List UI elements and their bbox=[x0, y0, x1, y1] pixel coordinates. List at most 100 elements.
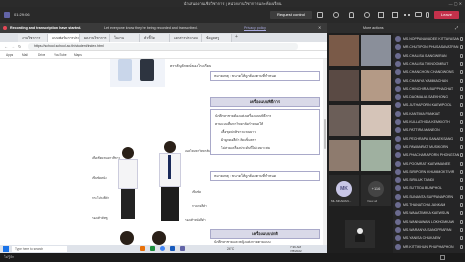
expand-icon[interactable]: ⤢ bbox=[455, 25, 458, 31]
participant-row[interactable]: MS.JUTHAPORN KAEWPOOL bbox=[395, 101, 465, 109]
avatar bbox=[395, 202, 401, 208]
participant-video-tile[interactable] bbox=[329, 105, 359, 136]
taskbar-search[interactable]: Type here to search bbox=[12, 246, 67, 252]
participant-row[interactable]: MS.SIRIPORN KHUMMOKTIVIR bbox=[395, 168, 465, 176]
chrome-icon[interactable] bbox=[160, 246, 165, 251]
participant-video-tile[interactable] bbox=[329, 35, 359, 66]
forward-icon[interactable]: → bbox=[11, 43, 15, 50]
browser-tab-active[interactable]: แบบฟอร์มการประเมิน bbox=[48, 34, 80, 42]
participant-row[interactable]: MS.POOMRAT KAEWMANEE bbox=[395, 160, 465, 168]
bookmark-item[interactable]: YouTube bbox=[54, 51, 67, 59]
participant-name: MS.JUTHAPORN KAEWPOOL bbox=[403, 103, 452, 108]
participant-row[interactable]: MS.CHINCHIRA BUPPHACHAT bbox=[395, 85, 465, 93]
participant-name: MS.SIRIPORN KHUMMOKTIVIR bbox=[403, 169, 455, 174]
back-icon[interactable]: ← bbox=[4, 43, 8, 50]
participant-video-tile[interactable] bbox=[361, 140, 391, 171]
rooms-icon[interactable] bbox=[392, 12, 398, 18]
participant-row[interactable]: MR.CHUTIPON PHUSASAVATPAN bbox=[395, 43, 465, 51]
more-participants-tile[interactable]: +116 View all bbox=[361, 175, 391, 206]
participant-row[interactable]: MS.CHALISA SANGWIRAN bbox=[395, 52, 465, 60]
app-icon[interactable] bbox=[170, 246, 175, 251]
participant-video-tile[interactable] bbox=[361, 35, 391, 66]
participant-video-tile[interactable] bbox=[329, 140, 359, 171]
window-title: นำเสนองานเชิงวิชาการ | หน่วยงานวิชาการแล… bbox=[183, 1, 282, 6]
participant-row[interactable]: MS.SUNANTA SUPPANAPORN bbox=[395, 193, 465, 201]
participant-row[interactable]: MS.PAWANRAT MUSIKORN bbox=[395, 143, 465, 151]
participant-row[interactable]: MS.WANNAWAN LOKHOMKAW bbox=[395, 218, 465, 226]
participant-row[interactable]: MS.NOPPANAVADEE KITTAYASAM bbox=[395, 35, 465, 43]
app-icon[interactable] bbox=[140, 246, 145, 251]
leave-button[interactable]: Leave bbox=[434, 11, 459, 19]
mic-icon[interactable] bbox=[426, 12, 429, 18]
participant-row[interactable]: MS.PHACHARAPORN PHONGTANA bbox=[395, 151, 465, 159]
new-tab-icon[interactable]: + bbox=[235, 34, 238, 41]
avatar bbox=[395, 193, 401, 200]
callout-left: กระโปรงสีดำ bbox=[92, 196, 110, 200]
people-icon[interactable] bbox=[333, 12, 339, 18]
browser-tab[interactable]: ผลงานวิชาการ bbox=[80, 34, 110, 42]
raise-hand-icon[interactable] bbox=[349, 12, 354, 18]
close-icon[interactable]: ✕ bbox=[318, 25, 321, 31]
mic-muted-icon bbox=[460, 144, 463, 149]
bookmark-item[interactable]: Apps bbox=[6, 51, 13, 59]
browser-tab[interactable]: ตัวชี้วัด bbox=[140, 34, 170, 42]
start-icon[interactable] bbox=[3, 246, 9, 252]
browser-tab[interactable]: ข้อมูลครู bbox=[202, 34, 232, 42]
app-icon[interactable] bbox=[150, 246, 155, 251]
participant-name: MS.CHANIYA YAMMACHAN bbox=[403, 78, 448, 83]
participant-name: MR.KITTIKHUN PHUPHAPHON bbox=[403, 244, 454, 249]
bookmark-item[interactable]: Mail bbox=[22, 51, 28, 59]
bookmark-item[interactable]: Maps bbox=[74, 51, 82, 59]
callout-left: เสื้อเชิ้ตแขนยาวสีขาว bbox=[92, 156, 121, 160]
participant-avatar-tile[interactable]: MK ML.MKARAN... bbox=[329, 175, 359, 206]
participant-row[interactable]: MS.CHALISA TIKNOOMBUT bbox=[395, 60, 465, 68]
participant-row[interactable]: MS.CHANCHON CHANDWONS bbox=[395, 68, 465, 76]
browser-tab[interactable]: งานวิชาการ bbox=[18, 34, 48, 42]
participant-video-tile[interactable] bbox=[361, 70, 391, 101]
view-icon[interactable] bbox=[378, 12, 384, 18]
self-video-tile[interactable] bbox=[345, 220, 375, 248]
meeting-timer: 01:29:06 bbox=[14, 12, 30, 17]
url-input[interactable]: https://school.school.ac.th/student/inde… bbox=[28, 43, 298, 50]
avatar bbox=[395, 235, 401, 242]
participant-row[interactable]: MS.WAAATIMIKA KAEWSUN bbox=[395, 209, 465, 217]
participant-row[interactable]: MS.THANATCHA JANKAM bbox=[395, 201, 465, 209]
teams-icon[interactable] bbox=[180, 246, 185, 251]
react-icon[interactable] bbox=[364, 12, 370, 18]
participant-row[interactable]: MS.PATTIRA MANEON bbox=[395, 126, 465, 134]
recording-banner: Recording and transcription have started… bbox=[0, 23, 327, 33]
participant-name: MS.WANNAWAN LOKHOMKAW bbox=[403, 219, 455, 224]
bookmark-item[interactable]: Drive bbox=[38, 51, 45, 59]
browser-tab[interactable]: ใบงาน bbox=[110, 34, 140, 42]
participant-row[interactable]: MS.DAOMALIA SAEKHONG bbox=[395, 93, 465, 101]
privacy-policy-link[interactable]: Privacy policy bbox=[244, 23, 266, 33]
participant-name: MS.YANISA CHUKAEW bbox=[403, 236, 441, 241]
avatar bbox=[395, 102, 401, 109]
more-icon[interactable] bbox=[404, 14, 410, 16]
mic-muted-icon bbox=[460, 227, 463, 232]
browser-tab[interactable]: เอกสารประกอบ bbox=[170, 34, 202, 42]
participant-row[interactable]: MS.YANISA CHUKAEW bbox=[395, 234, 465, 242]
mic-muted-icon bbox=[460, 203, 463, 207]
window-title-bar: นำเสนองานเชิงวิชาการ | หน่วยงานวิชาการแล… bbox=[0, 0, 465, 7]
participant-row[interactable]: MS.SIRILUK TANDI bbox=[395, 176, 465, 184]
mic-muted-icon bbox=[460, 95, 463, 100]
camera-icon[interactable] bbox=[415, 12, 422, 17]
participant-row[interactable]: MS.SUTTIDA BUNPHOL bbox=[395, 184, 465, 192]
avatar bbox=[395, 94, 401, 101]
reload-icon[interactable]: ↻ bbox=[18, 43, 21, 50]
participant-row[interactable]: MR.KITTIKHUN PHUPHAPHON bbox=[395, 243, 465, 251]
participant-row[interactable]: MS.PECHRAPA SANAEKSANG bbox=[395, 135, 465, 143]
participant-row[interactable]: MS.WARANYA SANGPRAPAN bbox=[395, 226, 465, 234]
window-controls[interactable]: — ▢ ✕ bbox=[449, 2, 462, 6]
participant-row[interactable]: MS.KULLATHIDA KEMKIOTH bbox=[395, 118, 465, 126]
mic-muted-icon bbox=[460, 61, 463, 66]
request-control-button[interactable]: Request control bbox=[270, 11, 312, 19]
more-actions-button[interactable]: More actions bbox=[363, 23, 384, 33]
recording-message: Let everyone know they're being recorded… bbox=[104, 26, 198, 30]
participant-video-tile[interactable] bbox=[361, 105, 391, 136]
chat-icon[interactable] bbox=[317, 12, 323, 18]
participant-row[interactable]: MS.KANTIMA PANKIAT bbox=[395, 110, 465, 118]
participant-video-tile[interactable] bbox=[329, 70, 359, 101]
participant-row[interactable]: MS.CHANIYA YAMMACHAN bbox=[395, 77, 465, 85]
